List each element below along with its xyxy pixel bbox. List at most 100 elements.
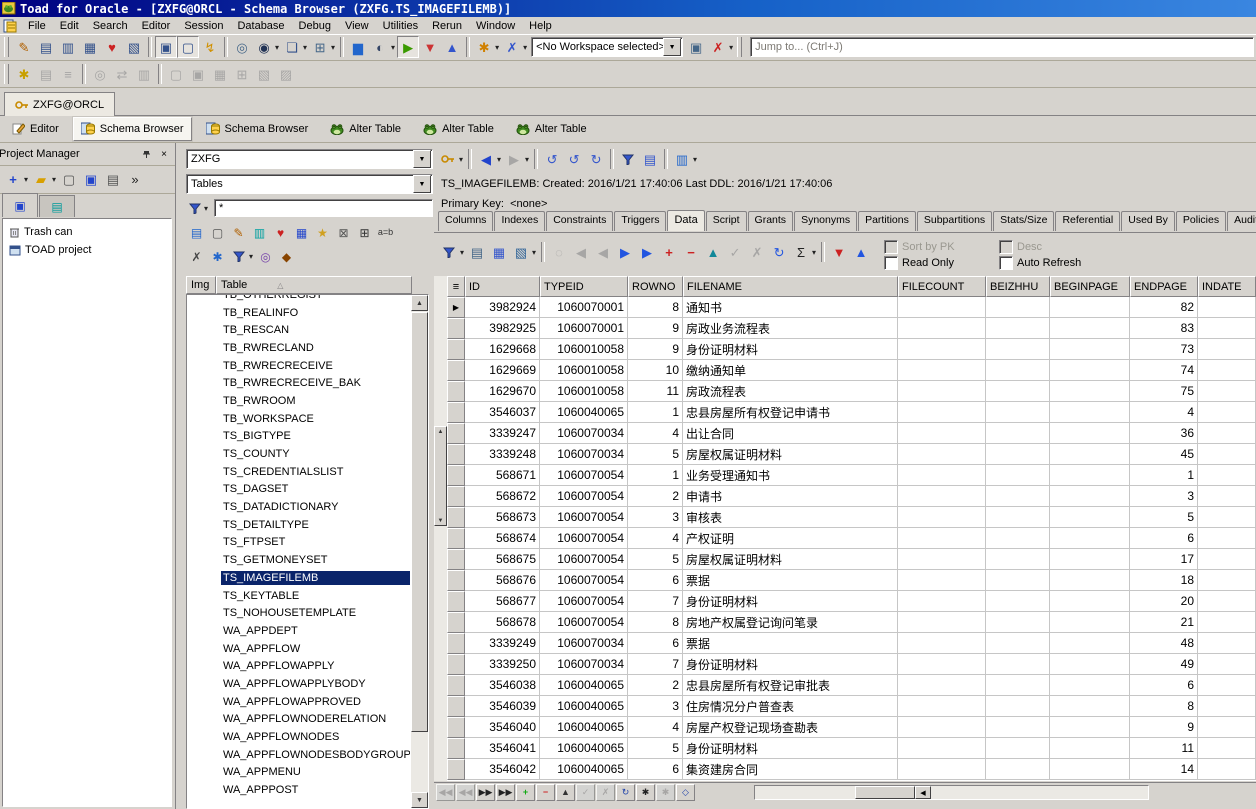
connection-key-icon[interactable] [437, 148, 459, 170]
cell-beizhhu[interactable] [986, 612, 1050, 633]
cell-beizhhu[interactable] [986, 717, 1050, 738]
sql-monitor-icon[interactable]: ♥ [101, 36, 123, 58]
truncate-icon[interactable]: ◆ [276, 246, 297, 267]
cell-typeid[interactable]: 1060070054 [540, 465, 628, 486]
cell-filename[interactable]: 忠县房屋所有权登记审批表 [683, 675, 898, 696]
document-tab-alter-table[interactable]: Alter Table [415, 117, 502, 141]
column-header-filename[interactable]: FILENAME [683, 276, 898, 297]
cell-endpage[interactable]: 73 [1130, 339, 1198, 360]
insert-row-icon[interactable]: + [658, 241, 680, 263]
cell-endpage[interactable]: 14 [1130, 759, 1198, 780]
cell-beginpage[interactable] [1050, 570, 1130, 591]
open-project-icon[interactable]: ▰ [30, 169, 52, 191]
cell-beizhhu[interactable] [986, 444, 1050, 465]
cell-rowno[interactable]: 11 [628, 381, 683, 402]
hscroll-left-icon[interactable]: ◀ [915, 786, 931, 799]
table-list-item[interactable]: TB_RWROOM [188, 392, 410, 410]
sum-dropdown-icon[interactable]: ▾ [812, 248, 818, 257]
cell-beizhhu[interactable] [986, 318, 1050, 339]
grid-row[interactable]: 354603710600400651忠县房屋所有权登记申请书4 [447, 402, 1256, 423]
cell-rowno[interactable]: 3 [628, 696, 683, 717]
table-list-item[interactable]: TB_RWRECRECEIVE_BAK [188, 374, 410, 392]
detail-tab-referential[interactable]: Referential [1055, 211, 1120, 231]
refresh-current-icon[interactable]: ↺ [563, 148, 585, 170]
grid-row[interactable]: 56867610600700546票据18 [447, 570, 1256, 591]
cell-filecount[interactable] [898, 360, 986, 381]
column-header-rowno[interactable]: ROWNO [628, 276, 683, 297]
grid-row[interactable]: 56867410600700544产权证明6 [447, 528, 1256, 549]
cell-beginpage[interactable] [1050, 591, 1130, 612]
cell-endpage[interactable]: 36 [1130, 423, 1198, 444]
cell-filename[interactable]: 通知书 [683, 297, 898, 318]
cell-endpage[interactable]: 3 [1130, 486, 1198, 507]
cell-beginpage[interactable] [1050, 465, 1130, 486]
cell-id[interactable]: 568671 [465, 465, 540, 486]
cell-beizhhu[interactable] [986, 633, 1050, 654]
table-list-item[interactable]: WA_APPPOST [188, 781, 410, 799]
table-list-item[interactable]: TB_OTHERREGIST [188, 295, 410, 304]
cell-endpage[interactable]: 20 [1130, 591, 1198, 612]
table-list-scrollbar[interactable]: ▲ ▼ [411, 295, 428, 808]
more-buttons-icon[interactable]: » [124, 169, 146, 191]
cell-beginpage[interactable] [1050, 444, 1130, 465]
table-list-item[interactable]: TB_REALINFO [188, 304, 410, 322]
grid-scroll-up-icon[interactable]: ▲ [434, 426, 447, 437]
grid-scrollbar-thumb[interactable] [434, 426, 447, 526]
cell-indate[interactable] [1198, 738, 1256, 759]
column-header-beginpage[interactable]: BEGINPAGE [1050, 276, 1130, 297]
cell-typeid[interactable]: 1060070054 [540, 591, 628, 612]
sum-icon[interactable]: Σ [790, 241, 812, 263]
cell-filecount[interactable] [898, 612, 986, 633]
column-header-typeid[interactable]: TYPEID [540, 276, 628, 297]
cell-endpage[interactable]: 75 [1130, 381, 1198, 402]
cell-beizhhu[interactable] [986, 549, 1050, 570]
rename-icon[interactable]: a=b [375, 222, 396, 243]
quick-filter-dropdown-icon[interactable]: ▾ [204, 204, 210, 213]
cell-indate[interactable] [1198, 318, 1256, 339]
cell-beizhhu[interactable] [986, 591, 1050, 612]
cell-filecount[interactable] [898, 465, 986, 486]
grid-row[interactable]: 354604110600400655身份证明材料11 [447, 738, 1256, 759]
grid-row[interactable]: 333925010600700347身份证明材料49 [447, 654, 1256, 675]
row-selector[interactable] [447, 381, 465, 402]
detail-tab-partitions[interactable]: Partitions [858, 211, 916, 231]
print-icon[interactable]: ▤ [102, 169, 124, 191]
cell-endpage[interactable]: 6 [1130, 675, 1198, 696]
cell-filename[interactable]: 业务受理通知书 [683, 465, 898, 486]
report-icon[interactable]: ▤ [186, 222, 207, 243]
cell-typeid[interactable]: 1060070034 [540, 633, 628, 654]
cell-indate[interactable] [1198, 549, 1256, 570]
cell-typeid[interactable]: 1060070054 [540, 507, 628, 528]
cell-indate[interactable] [1198, 297, 1256, 318]
cell-filename[interactable]: 房屋权属证明材料 [683, 444, 898, 465]
cell-typeid[interactable]: 1060010058 [540, 381, 628, 402]
row-selector[interactable] [447, 360, 465, 381]
cell-beizhhu[interactable] [986, 297, 1050, 318]
cell-endpage[interactable]: 49 [1130, 654, 1198, 675]
cell-typeid[interactable]: 1060070054 [540, 486, 628, 507]
connection-tab[interactable]: ZXFG@ORCL [4, 92, 115, 116]
cell-filecount[interactable] [898, 717, 986, 738]
table-list-item[interactable]: TS_KEYTABLE [188, 587, 410, 605]
cell-beginpage[interactable] [1050, 654, 1130, 675]
scroll-down-icon[interactable]: ▼ [411, 792, 428, 808]
table-list-item[interactable]: TB_RESCAN [188, 321, 410, 339]
cell-indate[interactable] [1198, 696, 1256, 717]
refresh-all-icon[interactable]: ↺ [541, 148, 563, 170]
cell-typeid[interactable]: 1060040065 [540, 717, 628, 738]
cell-beizhhu[interactable] [986, 675, 1050, 696]
grid-row[interactable]: 1629669106001005810缴纳通知单74 [447, 360, 1256, 381]
rollback-icon[interactable]: ▲ [441, 36, 463, 58]
team-coding-icon[interactable]: ⊞ [309, 36, 331, 58]
cell-typeid[interactable]: 1060070001 [540, 297, 628, 318]
schema-select[interactable]: ZXFG ▼ [186, 149, 433, 169]
cell-beginpage[interactable] [1050, 738, 1130, 759]
column-header-beizhhu[interactable]: BEIZHHU [986, 276, 1050, 297]
cell-id[interactable]: 3339250 [465, 654, 540, 675]
last-record-icon[interactable]: ▶ [636, 241, 658, 263]
cell-endpage[interactable]: 4 [1130, 402, 1198, 423]
drop-table-icon[interactable]: ✗ [186, 246, 207, 267]
table-list-item[interactable]: TS_IMAGEFILEMB [188, 569, 410, 587]
grid-horizontal-scrollbar[interactable]: ◀ [754, 785, 1149, 800]
cell-beginpage[interactable] [1050, 423, 1130, 444]
